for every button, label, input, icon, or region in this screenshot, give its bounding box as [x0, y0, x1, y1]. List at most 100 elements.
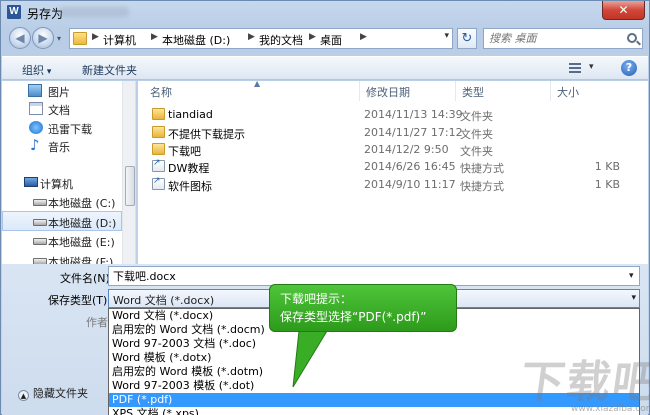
file-type: 快捷方式	[460, 162, 504, 175]
navigation-row: ◀ ▶ ▾ ▶ 计算机 ▶ 本地磁盘 (D:) ▶ 我的文档 ▶ 桌面 ▶ ▾ …	[1, 25, 649, 53]
new-folder-button[interactable]: 新建文件夹	[82, 62, 137, 78]
table-row[interactable]: tiandiad 2014/11/13 14:39 文件夹	[144, 106, 644, 123]
sidebar-item-drive-e[interactable]: 本地磁盘 (E:)	[2, 231, 122, 251]
folder-icon	[152, 108, 165, 120]
watermark-logo: 下载吧	[516, 357, 650, 408]
word-app-icon: W	[7, 5, 21, 19]
file-size: 1 KB	[594, 178, 620, 191]
file-type: 文件夹	[460, 145, 493, 158]
table-row[interactable]: DW教程 2014/6/26 16:45 快捷方式 1 KB	[144, 158, 644, 175]
sidebar-item-pictures[interactable]: 图片	[2, 81, 122, 101]
breadcrumb-drive-d[interactable]: 本地磁盘 (D:)	[162, 32, 230, 48]
hide-folders-label: 隐藏文件夹	[33, 387, 88, 400]
navigation-pane: 图片 文档 迅雷下载 音乐 计算机 本地磁盘 (C:) 本地磁盘 (D:) 本	[2, 81, 136, 264]
breadcrumb-desktop[interactable]: 桌面	[320, 32, 342, 48]
navigation-scrollbar[interactable]	[122, 81, 135, 264]
table-row[interactable]: 软件图标 2014/9/10 11:17 快捷方式 1 KB	[144, 176, 644, 193]
refresh-button[interactable]: ↻	[457, 28, 477, 49]
savetype-selected-value: Word 文档 (*.docx)	[113, 294, 215, 307]
back-button[interactable]: ◀	[9, 27, 31, 49]
search-box[interactable]	[483, 28, 643, 49]
column-header-type[interactable]: 类型	[456, 81, 551, 101]
column-header-date[interactable]: 修改日期	[360, 81, 456, 101]
hide-folders-button[interactable]: ▲ 隐藏文件夹	[18, 385, 88, 401]
forward-button[interactable]: ▶	[32, 27, 54, 49]
sidebar-item-thunder-downloads[interactable]: 迅雷下载	[2, 118, 122, 138]
column-header-size[interactable]: 大小	[551, 81, 631, 101]
savetype-label: 保存类型(T):	[48, 294, 112, 307]
breadcrumb-separator-icon[interactable]: ▶	[360, 32, 367, 42]
sidebar-item-drive-f[interactable]: 本地磁盘 (F:)	[2, 251, 122, 264]
sidebar-item-computer[interactable]: 计算机	[2, 173, 122, 193]
file-name: 不提供下载提示	[168, 128, 245, 141]
breadcrumb-separator-icon[interactable]: ▶	[151, 32, 158, 42]
sidebar-item-label: 音乐	[48, 141, 70, 154]
document-icon	[29, 102, 43, 115]
view-dropdown-icon[interactable]: ▾	[589, 62, 594, 72]
file-date: 2014/12/2 9:50	[364, 143, 449, 156]
history-dropdown-icon[interactable]: ▾	[57, 34, 61, 43]
forward-arrow-icon: ▶	[38, 31, 48, 45]
search-icon[interactable]	[627, 33, 637, 43]
file-name: 软件图标	[168, 180, 212, 193]
sidebar-item-label: 图片	[48, 86, 70, 99]
file-name: 下载吧	[168, 145, 201, 158]
collapse-up-icon: ▲	[18, 390, 29, 401]
file-type: 快捷方式	[460, 180, 504, 193]
organize-button[interactable]: 组织	[22, 62, 51, 78]
command-toolbar: 组织 新建文件夹 ▾ ?	[2, 56, 648, 80]
search-input[interactable]	[489, 32, 619, 45]
help-icon[interactable]: ?	[621, 60, 637, 76]
sidebar-item-drive-c[interactable]: 本地磁盘 (C:)	[2, 192, 122, 212]
drive-icon	[33, 238, 47, 245]
filename-input[interactable]	[108, 266, 640, 286]
breadcrumb-my-documents[interactable]: 我的文档	[259, 32, 303, 48]
refresh-icon: ↻	[461, 31, 473, 46]
breadcrumb-separator-icon[interactable]: ▶	[309, 32, 316, 42]
address-bar[interactable]: ▶ 计算机 ▶ 本地磁盘 (D:) ▶ 我的文档 ▶ 桌面 ▶ ▾	[69, 28, 453, 49]
close-button[interactable]: ✕	[602, 1, 645, 20]
picture-icon	[28, 84, 42, 97]
sidebar-item-documents[interactable]: 文档	[2, 99, 122, 119]
sort-ascending-icon: ▲	[254, 79, 261, 88]
file-name: DW教程	[168, 162, 210, 175]
drive-icon	[33, 219, 47, 226]
breadcrumb-computer[interactable]: 计算机	[103, 32, 136, 48]
filename-label: 文件名(N):	[60, 272, 114, 285]
file-type: 文件夹	[460, 128, 493, 141]
breadcrumb-separator-icon[interactable]: ▶	[92, 32, 99, 42]
sidebar-item-label: 计算机	[40, 178, 73, 191]
scrollbar-thumb[interactable]	[125, 166, 135, 206]
window-title: 另存为	[27, 7, 64, 21]
file-list: 名称 ▲ 修改日期 类型 大小 tiandiad 2014/11/13 14:39…	[138, 79, 648, 264]
file-size: 1 KB	[594, 160, 620, 173]
sidebar-item-label: 本地磁盘 (E:)	[48, 236, 115, 249]
table-row[interactable]: 下载吧 2014/12/2 9:50 文件夹	[144, 141, 644, 158]
table-row[interactable]: 不提供下载提示 2014/11/27 17:12 文件夹	[144, 124, 644, 141]
folder-icon	[152, 126, 165, 138]
address-dropdown-icon[interactable]: ▾	[444, 31, 449, 41]
sidebar-item-drive-d[interactable]: 本地磁盘 (D:)	[2, 211, 122, 231]
music-icon	[29, 136, 43, 154]
blurred-title-region	[59, 7, 129, 17]
sidebar-item-label: 迅雷下载	[48, 123, 92, 136]
file-date: 2014/11/13 14:39	[364, 108, 463, 121]
title-bar[interactable]: W 另存为 ✕	[1, 1, 649, 23]
file-date: 2014/9/10 11:17	[364, 178, 456, 191]
file-type: 文件夹	[460, 110, 493, 123]
thunder-icon	[29, 121, 43, 134]
filename-dropdown-icon[interactable]: ▾	[629, 271, 634, 281]
sidebar-item-music[interactable]: 音乐	[2, 136, 122, 156]
drive-icon	[33, 199, 47, 206]
file-date: 2014/11/27 17:12	[364, 126, 463, 139]
sidebar-item-label: 文档	[48, 104, 70, 117]
shortcut-icon	[152, 158, 165, 172]
column-header-name[interactable]: 名称 ▲	[144, 79, 360, 101]
file-name: tiandiad	[168, 108, 213, 121]
sidebar-item-label: 本地磁盘 (D:)	[48, 217, 117, 230]
view-options-icon[interactable]	[569, 63, 581, 73]
savetype-dropdown-icon[interactable]: ▾	[631, 293, 636, 303]
breadcrumb-separator-icon[interactable]: ▶	[248, 32, 255, 42]
shortcut-icon	[152, 176, 165, 190]
callout-instruction: 保存类型选择“PDF(*.pdf)”	[280, 310, 427, 324]
